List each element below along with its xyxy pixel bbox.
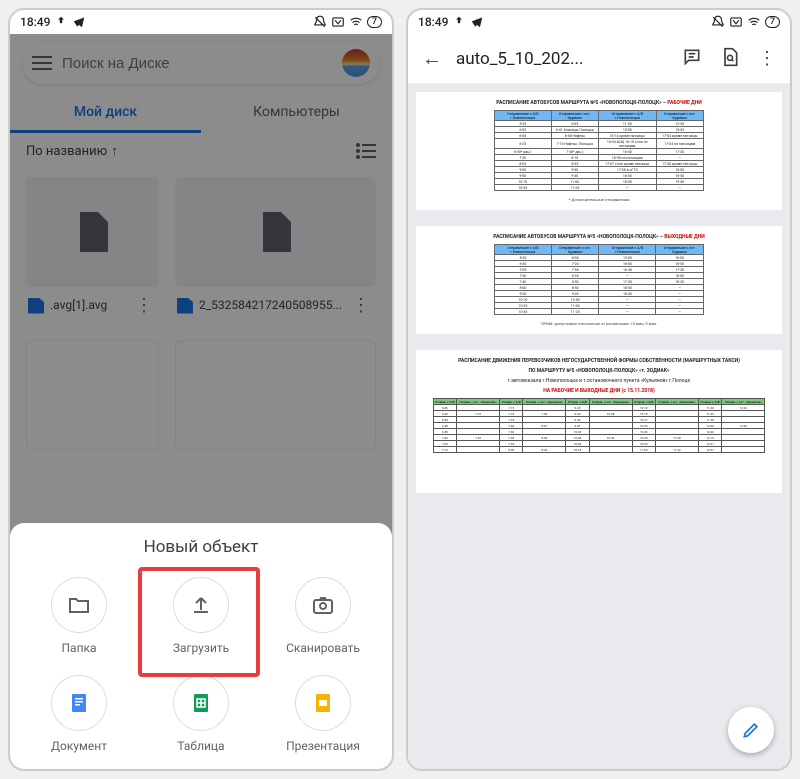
pencil-icon <box>741 720 761 740</box>
status-time: 18:49 <box>418 15 448 29</box>
vibrate-icon <box>711 15 725 29</box>
section-title: РАСПИСАНИЕ АВТОБУСОВ МАРШРУТА №5 «НОВОПО… <box>496 100 667 106</box>
sheet-item-folder[interactable]: Папка <box>18 569 140 663</box>
schedule-table-3: Отправ. с А/ВОтправ. с ост. «Кульянов»От… <box>433 398 766 453</box>
drive-content: Мой диск Компьютеры По названию↑ .avg[1]… <box>10 34 392 769</box>
status-time: 18:49 <box>20 15 50 29</box>
table-note: ПРИМ: допустимое отклонение от расписани… <box>424 321 774 326</box>
doc-header: ← auto_5_10_202... ⋮ <box>408 34 790 84</box>
wifi-icon <box>349 15 363 29</box>
doc-title: auto_5_10_202... <box>456 49 668 69</box>
mobile-data-icon <box>729 15 743 29</box>
section-title: РАСПИСАНИЕ АВТОБУСОВ МАРШРУТА №5 «НОВОПО… <box>493 234 664 240</box>
sheet-item-scan[interactable]: Сканировать <box>262 569 384 663</box>
sheet-label: Сканировать <box>286 641 360 655</box>
document-scroll[interactable]: РАСПИСАНИЕ АВТОБУСОВ МАРШРУТА №5 «НОВОПО… <box>408 84 790 769</box>
table-note: * Дополнительные отправления <box>424 197 774 202</box>
phone-left: 18:49 7 Мой диск Компьютеры По названию↑ <box>8 8 394 771</box>
phone-right: 18:49 7 ← auto_5_10_202... ⋮ РАСПИСАНИЕ … <box>406 8 792 771</box>
sheet-item-slides[interactable]: Презентация <box>262 667 384 761</box>
sheet-label: Таблица <box>177 739 224 753</box>
doc-page: РАСПИСАНИЕ АВТОБУСОВ МАРШРУТА №5 «НОВОПО… <box>416 226 782 334</box>
edit-fab[interactable] <box>728 707 774 753</box>
sheet-item-sheet[interactable]: Таблица <box>140 667 262 761</box>
back-button[interactable]: ← <box>418 42 446 75</box>
slides-icon <box>311 691 335 715</box>
sheet-label: Папка <box>61 641 96 655</box>
schedule-table-1: Отправление с А/В г.НовополоцкаОтправлен… <box>494 110 704 191</box>
find-in-page-icon[interactable] <box>716 43 744 75</box>
folder-icon <box>67 593 91 617</box>
camera-icon <box>311 593 335 617</box>
wifi-icon <box>747 15 761 29</box>
comment-icon[interactable] <box>678 43 706 75</box>
battery-indicator: 7 <box>367 16 382 28</box>
mobile-data-icon <box>331 15 345 29</box>
status-bar: 18:49 7 <box>408 10 790 34</box>
sheets-icon <box>189 691 213 715</box>
tutorial-highlight <box>138 567 260 677</box>
vibrate-icon <box>313 15 327 29</box>
section-title: РАСПИСАНИЕ ДВИЖЕНИЯ ПЕРЕВОЗЧИКОВ НЕГОСУД… <box>424 358 774 364</box>
telegram-status-icon <box>72 15 86 29</box>
section-subtitle: г.автовокзала г.Новополоцка и т.останово… <box>424 378 774 384</box>
sheet-item-doc[interactable]: Документ <box>18 667 140 761</box>
more-icon[interactable]: ⋮ <box>754 44 780 73</box>
doc-page: РАСПИСАНИЕ АВТОБУСОВ МАРШРУТА №5 «НОВОПО… <box>416 92 782 210</box>
telegram-status-icon <box>470 15 484 29</box>
sheet-label: Документ <box>51 739 107 753</box>
battery-indicator: 7 <box>765 16 780 28</box>
doc-page: РАСПИСАНИЕ ДВИЖЕНИЯ ПЕРЕВОЗЧИКОВ НЕГОСУД… <box>416 350 782 493</box>
docs-icon <box>67 691 91 715</box>
upload-status-icon <box>452 15 466 29</box>
bottom-sheet: Новый объект Папка Загрузить Сканировать… <box>10 523 392 769</box>
upload-status-icon <box>54 15 68 29</box>
status-bar: 18:49 7 <box>10 10 392 34</box>
schedule-table-2: Отправление с А/В г.НовополоцкаОтправлен… <box>494 244 704 315</box>
section-title: ПО МАРШРУТУ №5 «НОВОПОЛОЦК-ПОЛОЦК» «т. З… <box>424 368 774 374</box>
sheet-label: Презентация <box>286 739 360 753</box>
sheet-title: Новый объект <box>18 537 384 557</box>
